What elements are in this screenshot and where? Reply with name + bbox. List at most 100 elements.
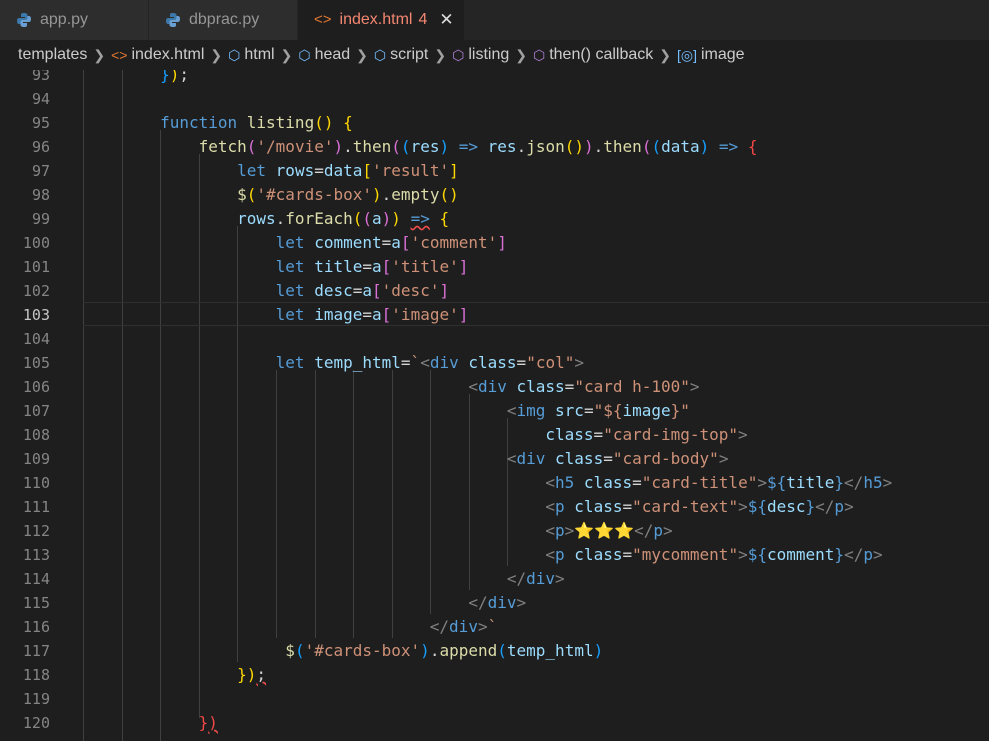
code-token: ( xyxy=(497,641,507,660)
code-line[interactable]: 103 let image=a['image'] xyxy=(0,302,989,327)
breadcrumb-item-html[interactable]: ⬡ html ❯ xyxy=(228,46,298,64)
code-token: > xyxy=(662,521,673,540)
code-token: div xyxy=(487,593,517,612)
breadcrumb-label: templates xyxy=(18,46,88,63)
code-token: </ xyxy=(506,569,527,588)
code-line[interactable]: 108 class="card-img-top"> xyxy=(0,423,989,447)
variable-icon: [◎] xyxy=(676,46,697,63)
code-line[interactable]: 95 function listing() { xyxy=(0,111,989,135)
code-line[interactable]: 100 let comment=a['comment'] xyxy=(0,231,989,255)
code-line[interactable]: 116 </div>` xyxy=(0,615,989,639)
code-line[interactable]: 101 let title=a['title'] xyxy=(0,255,989,279)
code-token: > xyxy=(872,545,883,564)
code-token: > xyxy=(564,521,575,540)
code-token: src xyxy=(555,401,584,420)
function-icon: ⬡ xyxy=(532,46,546,63)
code-line[interactable]: 99 rows.forEach((a)) => { xyxy=(0,207,989,231)
code-token: p xyxy=(653,521,663,540)
tab-dbprac-py[interactable]: dbprac.py xyxy=(149,0,297,40)
code-line[interactable]: 112 <p>⭐⭐⭐</p> xyxy=(0,519,989,543)
code-token: ) xyxy=(208,713,218,732)
line-number: 115 xyxy=(22,594,50,612)
tab-index-html[interactable]: <> index.html 4 ✕ xyxy=(298,0,464,40)
code-token: < xyxy=(468,377,478,396)
code-line[interactable]: 111 <p class="card-text">${desc}</p> xyxy=(0,495,989,519)
code-token: ${ xyxy=(766,473,787,492)
code-token: ) xyxy=(333,137,344,156)
tab-label: app.py xyxy=(40,11,89,28)
code-token: ) xyxy=(381,209,392,228)
code-line[interactable]: 117 $('#cards-box').append(temp_html) xyxy=(0,639,989,663)
code-token: [ xyxy=(381,305,392,324)
code-line[interactable]: 98 $('#cards-box').empty() xyxy=(0,183,989,207)
code-line[interactable]: 106 <div class="card h-100"> xyxy=(0,375,989,399)
code-line[interactable]: 105 let temp_html=`<div class="col"> xyxy=(0,351,989,375)
code-line[interactable]: 104 xyxy=(0,327,989,351)
breadcrumb-item-index-html[interactable]: <> index.html ❯ xyxy=(111,46,228,64)
code-token: h5 xyxy=(863,473,883,492)
code-line[interactable]: 114 </div> xyxy=(0,567,989,591)
code-token: ; xyxy=(256,665,267,684)
code-token: "mycomment" xyxy=(632,545,739,564)
code-editor[interactable]: 93 }); 94 95 function listing() {96 fetch(… xyxy=(0,70,989,741)
code-token: "card-title" xyxy=(641,473,758,492)
code-token: ( xyxy=(400,137,411,156)
breadcrumb-item-listing[interactable]: ⬡ listing ❯ xyxy=(452,46,533,64)
code-text: }) xyxy=(83,711,218,735)
code-token: }" xyxy=(670,401,690,420)
code-token: = xyxy=(583,401,594,420)
code-token: > xyxy=(844,497,854,516)
chevron-right-icon: ❯ xyxy=(280,46,293,63)
code-line[interactable]: 102 let desc=a['desc'] xyxy=(0,279,989,303)
code-line[interactable]: 119 xyxy=(0,687,989,711)
code-line[interactable]: 115 </div> xyxy=(0,591,989,615)
code-token: ] xyxy=(458,257,469,276)
code-token: </ xyxy=(815,497,835,516)
code-token: class xyxy=(468,353,517,372)
code-line[interactable]: 120 }) xyxy=(0,711,989,735)
code-line[interactable]: 96 fetch('/movie').then((res) => res.jso… xyxy=(0,135,989,159)
breadcrumb-item-script[interactable]: ⬡ script ❯ xyxy=(374,46,452,64)
code-line[interactable]: 110 <h5 class="card-title">${title}</h5> xyxy=(0,471,989,495)
code-text: <div class="card h-100"> xyxy=(83,375,699,399)
code-token: div xyxy=(516,449,546,468)
code-token: ( xyxy=(651,137,662,156)
code-token: forEach xyxy=(285,209,353,228)
code-line[interactable]: 113 <p class="mycomment">${comment}</p> xyxy=(0,543,989,567)
code-line[interactable]: 118 }); xyxy=(0,663,989,687)
breadcrumb-item-templates[interactable]: templates ❯ xyxy=(18,46,111,64)
code-text: $('#cards-box').append(temp_html) xyxy=(83,639,603,663)
code-token: desc xyxy=(314,281,353,300)
code-line[interactable]: 94 xyxy=(0,87,989,111)
code-line[interactable]: 107 <img src="${image}" xyxy=(0,399,989,423)
code-token: = xyxy=(593,425,604,444)
line-number: 112 xyxy=(22,522,50,540)
html-icon: <> xyxy=(111,47,128,63)
tab-app-py[interactable]: app.py xyxy=(0,0,148,40)
code-token: data xyxy=(661,137,700,156)
breadcrumb-label: index.html xyxy=(131,46,205,63)
code-line[interactable]: 93 }); xyxy=(0,70,989,87)
breadcrumb-item-image[interactable]: [◎] image xyxy=(677,46,745,64)
code-token: rows xyxy=(237,209,276,228)
breadcrumb-item-then-callback[interactable]: ⬡ then() callback ❯ xyxy=(533,46,677,64)
code-token: img xyxy=(516,401,546,420)
code-token: 'desc' xyxy=(381,281,440,300)
code-line[interactable]: 109 <div class="card-body"> xyxy=(0,447,989,471)
code-line[interactable]: 97 let rows=data['result'] xyxy=(0,159,989,183)
close-icon[interactable]: ✕ xyxy=(439,10,453,30)
code-token: ( xyxy=(391,137,401,156)
breadcrumb-item-head[interactable]: ⬡ head ❯ xyxy=(298,46,374,64)
